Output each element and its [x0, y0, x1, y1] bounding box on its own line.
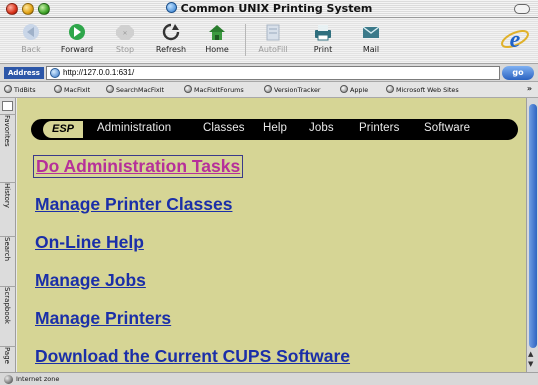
window-title: Common UNIX Printing System: [0, 2, 538, 15]
scrollbar-thumb[interactable]: [529, 104, 537, 348]
go-button[interactable]: go: [502, 66, 534, 80]
link-download-cups-software[interactable]: Download the Current CUPS Software: [35, 346, 350, 367]
autofill-button-label: AutoFill: [258, 45, 288, 54]
favorite-icon: [184, 85, 192, 93]
nav-software[interactable]: Software: [424, 122, 470, 134]
mail-button-label: Mail: [362, 45, 380, 54]
browser-toolbar: Back Forward ✕ Stop Refresh Home AutoFil…: [0, 18, 538, 64]
address-bar: Address http://127.0.0.1:631/ go: [0, 64, 538, 82]
scroll-up-arrow-icon[interactable]: ▲: [528, 350, 533, 358]
sidetab-page[interactable]: Page: [0, 346, 16, 372]
link-manage-jobs[interactable]: Manage Jobs: [35, 270, 146, 291]
toolbar-divider: [245, 24, 246, 56]
home-icon: [209, 25, 225, 40]
favorite-link-macfixitforums[interactable]: MacFixItForums: [184, 85, 244, 95]
vertical-scrollbar[interactable]: ▲ ▼: [526, 98, 538, 372]
sidetab-scrapbook[interactable]: Scrapbook: [0, 286, 16, 346]
scroll-down-arrow-icon[interactable]: ▼: [528, 360, 533, 368]
nav-printers[interactable]: Printers: [359, 122, 399, 134]
favorite-icon: [386, 85, 394, 93]
favorite-label: MacFixItForums: [194, 86, 244, 94]
sidetab-label: History: [3, 183, 11, 208]
globe-icon: [165, 2, 177, 13]
autofill-icon: [266, 24, 280, 41]
stop-icon: ✕: [116, 25, 134, 40]
nav-jobs[interactable]: Jobs: [309, 122, 334, 134]
sidetab-label: Favorites: [3, 115, 11, 147]
forward-button-label: Forward: [60, 45, 94, 54]
sidetab-favorites[interactable]: Favorites: [0, 114, 16, 182]
favorite-icon: [340, 85, 348, 93]
forward-button[interactable]: Forward: [52, 22, 102, 54]
back-button-label: Back: [21, 45, 41, 54]
status-bar: Internet zone: [0, 372, 538, 385]
svg-text:✕: ✕: [122, 30, 127, 37]
address-label: Address: [4, 67, 44, 79]
window-title-text: Common UNIX Printing System: [180, 2, 373, 15]
esp-logo[interactable]: ESP: [43, 121, 83, 138]
forward-arrow-icon: [69, 24, 85, 40]
explorer-bar-toggle-icon[interactable]: [2, 101, 13, 111]
favorite-label: Microsoft Web Sites: [396, 86, 459, 94]
favorite-icon: [106, 85, 114, 93]
window-title-bar[interactable]: Common UNIX Printing System: [0, 0, 538, 18]
nav-administration[interactable]: Administration: [97, 122, 171, 134]
internet-explorer-logo: e: [501, 27, 529, 53]
mail-icon: [362, 26, 380, 38]
link-manage-printer-classes[interactable]: Manage Printer Classes: [35, 194, 232, 215]
favorite-icon: [54, 85, 62, 93]
print-button-label: Print: [313, 45, 333, 54]
zone-globe-icon: [4, 375, 13, 384]
back-button[interactable]: Back: [6, 22, 56, 54]
refresh-icon: [162, 23, 180, 41]
back-arrow-icon: [23, 24, 39, 40]
favorites-overflow-chevron[interactable]: »: [527, 84, 532, 93]
svg-text:e: e: [510, 27, 521, 53]
favorite-icon: [264, 85, 272, 93]
explorer-bar-tabs: Favorites History Search Scrapbook Page: [0, 98, 16, 372]
link-manage-printers[interactable]: Manage Printers: [35, 308, 171, 329]
print-button[interactable]: Print: [298, 22, 348, 54]
sidetab-label: Search: [3, 237, 11, 262]
favorite-link-microsoft[interactable]: Microsoft Web Sites: [386, 85, 459, 95]
favorite-label: MacFixIt: [64, 86, 91, 94]
sidetab-label: Page: [3, 347, 11, 364]
toolbar-toggle-button[interactable]: [514, 4, 530, 14]
refresh-button[interactable]: Refresh: [146, 22, 196, 54]
sidetab-history[interactable]: History: [0, 182, 16, 236]
link-do-administration-tasks[interactable]: Do Administration Tasks: [33, 155, 244, 178]
favorite-link-tidbits[interactable]: TidBits: [4, 85, 36, 95]
stop-button-label: Stop: [115, 45, 135, 54]
favorite-link-apple[interactable]: Apple: [340, 85, 368, 95]
home-button-label: Home: [205, 45, 229, 54]
print-icon: [315, 25, 331, 41]
stop-button[interactable]: ✕ Stop: [100, 22, 150, 54]
favorite-label: SearchMacFixIt: [116, 86, 165, 94]
favorite-link-macfixit[interactable]: MacFixIt: [54, 85, 90, 95]
favorite-link-searchmacfixit[interactable]: SearchMacFixIt: [106, 85, 164, 95]
web-page-content: ESP Administration Classes Help Jobs Pri…: [17, 98, 526, 372]
address-input[interactable]: http://127.0.0.1:631/: [46, 66, 500, 80]
nav-help[interactable]: Help: [263, 122, 287, 134]
favorites-bar: TidBits MacFixIt SearchMacFixIt MacFixIt…: [0, 82, 538, 98]
status-text: Internet zone: [16, 375, 60, 383]
refresh-button-label: Refresh: [155, 45, 187, 54]
nav-classes[interactable]: Classes: [203, 122, 245, 134]
favorite-icon: [4, 85, 12, 93]
sidetab-search[interactable]: Search: [0, 236, 16, 286]
favorite-label: TidBits: [14, 86, 36, 94]
sidetab-label: Scrapbook: [3, 287, 11, 324]
favorite-label: Apple: [350, 86, 369, 94]
favorite-link-versiontracker[interactable]: VersionTracker: [264, 85, 321, 95]
cups-nav-bar: ESP Administration Classes Help Jobs Pri…: [31, 119, 518, 140]
mail-button[interactable]: Mail: [346, 22, 396, 54]
home-button[interactable]: Home: [192, 22, 242, 54]
link-on-line-help[interactable]: On-Line Help: [35, 232, 144, 253]
page-globe-icon: [50, 68, 60, 78]
favorite-label: VersionTracker: [274, 86, 321, 94]
autofill-button[interactable]: AutoFill: [248, 22, 298, 54]
